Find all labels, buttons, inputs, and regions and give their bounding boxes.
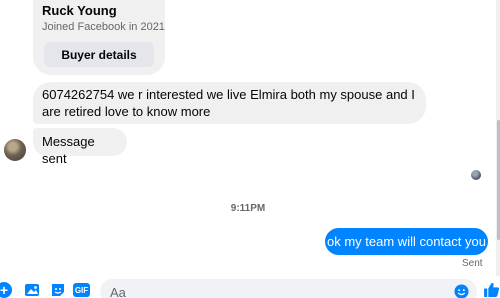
message-input[interactable] bbox=[100, 279, 477, 298]
plus-icon[interactable]: + bbox=[0, 282, 12, 298]
sent-status: Sent bbox=[462, 258, 483, 269]
message-bubble-incoming[interactable]: Message sent bbox=[33, 128, 127, 166]
buyer-details-button[interactable]: Buyer details bbox=[44, 42, 154, 67]
message-timestamp: 9:11PM bbox=[230, 203, 266, 214]
buyer-name: Ruck Young bbox=[42, 3, 117, 18]
message-bubble-incoming[interactable]: 6074262754 we r interested we live Elmir… bbox=[33, 82, 426, 124]
sticker-icon[interactable] bbox=[50, 282, 66, 298]
message-bubble-outgoing[interactable]: ok my team will contact you bbox=[325, 228, 488, 255]
conversation-area: Ruck Young Joined Facebook in 2021 Buyer… bbox=[0, 0, 496, 276]
buyer-card: Ruck Young Joined Facebook in 2021 Buyer… bbox=[33, 0, 165, 75]
photo-icon[interactable] bbox=[24, 282, 40, 298]
emoji-icon[interactable] bbox=[454, 284, 469, 298]
gif-icon[interactable]: GIF bbox=[73, 283, 90, 297]
sender-avatar[interactable] bbox=[4, 139, 26, 161]
like-icon[interactable] bbox=[483, 281, 500, 298]
seen-indicator-avatar bbox=[471, 170, 481, 180]
buyer-joined-date: Joined Facebook in 2021 bbox=[42, 21, 165, 33]
